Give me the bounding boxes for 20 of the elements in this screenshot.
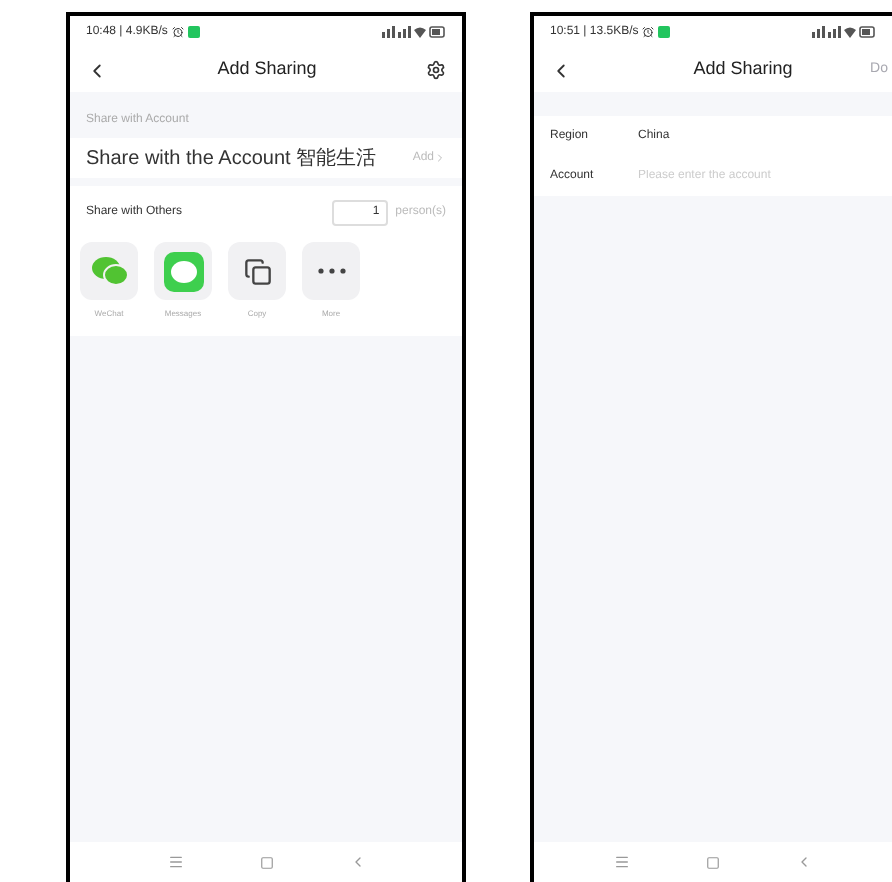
screen-title: Add Sharing (217, 56, 317, 83)
menu-icon[interactable] (614, 854, 630, 870)
home-icon[interactable] (706, 855, 720, 869)
alarm-icon (642, 26, 655, 38)
status-icons (812, 26, 876, 38)
share-target-button[interactable] (228, 242, 286, 300)
status-icons (382, 26, 446, 38)
copy-icon (243, 257, 271, 285)
more-icon (317, 268, 345, 274)
chevron-icon (434, 152, 446, 164)
home-icon[interactable] (259, 855, 273, 869)
settings-icon[interactable] (425, 60, 446, 80)
app-icon (658, 26, 671, 38)
app-icon (187, 26, 200, 38)
chat-bubbles-icon (91, 256, 127, 286)
alarm-icon (171, 26, 184, 38)
menu-icon[interactable] (167, 854, 183, 870)
screen-title: Add Sharing (693, 56, 793, 83)
message-icon (163, 251, 203, 291)
row-label: Share with the Account 智能生活 (86, 145, 377, 173)
